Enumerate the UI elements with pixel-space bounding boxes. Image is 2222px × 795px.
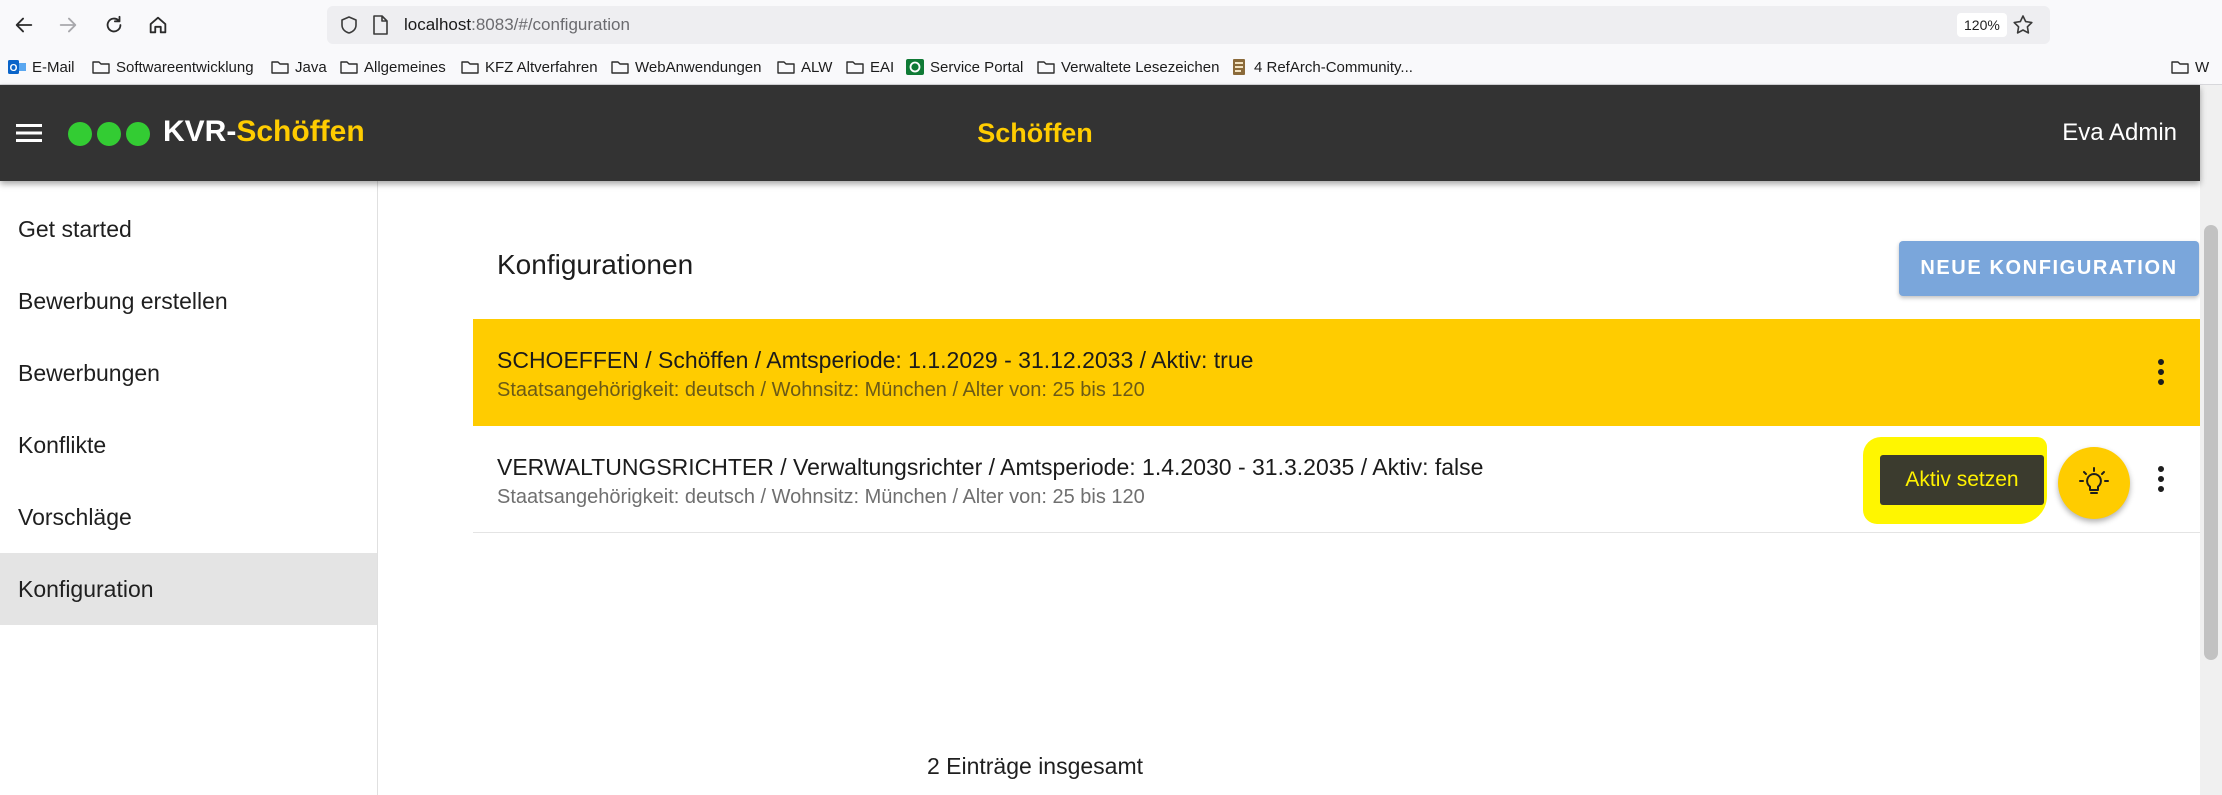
- sidebar-item-get-started[interactable]: Get started: [0, 193, 377, 265]
- more-options-icon[interactable]: [2146, 357, 2176, 387]
- url-path: :8083/#/configuration: [471, 15, 630, 34]
- sidebar: Get started Bewerbung erstellen Bewerbun…: [0, 181, 378, 795]
- bookmark-email[interactable]: O E-Mail: [8, 56, 75, 78]
- bookmark-label: 4 RefArch-Community...: [1254, 58, 1413, 76]
- app-title: Schöffen: [977, 118, 1093, 148]
- bookmark-label: Allgemeines: [364, 58, 446, 76]
- bookmark-java[interactable]: Java: [271, 56, 327, 78]
- folder-icon: [271, 59, 289, 75]
- bookmark-label: Java: [295, 58, 327, 76]
- url-text[interactable]: localhost:8083/#/configuration: [404, 15, 630, 35]
- configuration-row[interactable]: SCHOEFFEN / Schöffen / Amtsperiode: 1.1.…: [473, 319, 2200, 426]
- outlook-icon: O: [8, 59, 26, 75]
- sidebar-item-konfiguration[interactable]: Konfiguration: [0, 553, 377, 625]
- bookmark-label: W: [2195, 58, 2210, 76]
- folder-icon: [2171, 59, 2189, 75]
- svg-text:O: O: [10, 63, 18, 74]
- bookmark-kfz-altverfahren[interactable]: KFZ Altverfahren: [461, 56, 598, 78]
- folder-icon: [1037, 59, 1055, 75]
- more-options-icon[interactable]: [2146, 464, 2176, 494]
- sidebar-item-vorschlaege[interactable]: Vorschläge: [0, 481, 377, 553]
- user-name[interactable]: Eva Admin: [2062, 119, 2177, 147]
- bookmark-refarch-community[interactable]: 4 RefArch-Community...: [1230, 56, 1413, 78]
- bookmarks-bar: O E-Mail Softwareentwicklung Java Allgem…: [0, 50, 2222, 85]
- bookmark-label: E-Mail: [32, 58, 75, 76]
- app-bar: KVR-Schöffen Schöffen Eva Admin: [0, 85, 2200, 181]
- scrollbar[interactable]: [2200, 85, 2222, 795]
- configuration-subtitle: Staatsangehörigkeit: deutsch / Wohnsitz:…: [497, 486, 1145, 508]
- bookmark-label: EAI: [870, 58, 895, 76]
- shield-icon[interactable]: [339, 15, 359, 35]
- bookmark-allgemeines[interactable]: Allgemeines: [340, 56, 446, 78]
- total-count: 2 Einträge insgesamt: [926, 753, 1144, 779]
- bookmark-eai[interactable]: EAI: [846, 56, 894, 78]
- main-content: Konfigurationen NEUE KONFIGURATION SCHOE…: [379, 181, 2200, 795]
- bookmark-label: ALW: [801, 58, 833, 76]
- bookmark-label: KFZ Altverfahren: [485, 58, 598, 76]
- folder-icon: [340, 59, 358, 75]
- zoom-level[interactable]: 120%: [1957, 13, 2007, 37]
- sidebar-item-konflikte[interactable]: Konflikte: [0, 409, 377, 481]
- page-icon: [373, 15, 388, 35]
- folder-icon: [611, 59, 629, 75]
- set-active-button[interactable]: [2058, 447, 2130, 519]
- folder-icon: [846, 59, 864, 75]
- url-host: localhost: [404, 15, 472, 34]
- bookmark-label: Verwaltete Lesezeichen: [1061, 58, 1220, 76]
- browser-toolbar: localhost:8083/#/configuration 120%: [0, 0, 2222, 50]
- folder-icon: [461, 59, 479, 75]
- address-bar[interactable]: localhost:8083/#/configuration 120%: [327, 6, 2050, 44]
- new-configuration-button[interactable]: NEUE KONFIGURATION: [1899, 241, 2199, 296]
- bookmark-softwareentwicklung[interactable]: Softwareentwicklung: [92, 56, 254, 78]
- document-icon: [1230, 59, 1248, 75]
- bookmark-service-portal[interactable]: Service Portal: [906, 56, 1023, 78]
- folder-icon: [777, 59, 795, 75]
- bookmark-star-icon[interactable]: [2011, 13, 2035, 37]
- bookmark-verwaltete-lesezeichen[interactable]: Verwaltete Lesezeichen: [1037, 56, 1219, 78]
- service-portal-icon: [906, 59, 924, 75]
- bookmark-label: WebAnwendungen: [635, 58, 762, 76]
- forward-icon[interactable]: [52, 9, 84, 41]
- sidebar-item-bewerbung-erstellen[interactable]: Bewerbung erstellen: [0, 265, 377, 337]
- bookmark-alw[interactable]: ALW: [777, 56, 832, 78]
- folder-icon: [92, 59, 110, 75]
- configuration-title: SCHOEFFEN / Schöffen / Amtsperiode: 1.1.…: [497, 347, 1254, 373]
- configuration-subtitle: Staatsangehörigkeit: deutsch / Wohnsitz:…: [497, 379, 1145, 401]
- bookmark-label: Softwareentwicklung: [116, 58, 254, 76]
- lightbulb-icon: [2079, 467, 2109, 494]
- back-icon[interactable]: [8, 9, 40, 41]
- activate-tooltip: Aktiv setzen: [1880, 455, 2044, 505]
- bookmark-overflow[interactable]: W: [2171, 56, 2209, 78]
- bookmark-webanwendungen[interactable]: WebAnwendungen: [611, 56, 762, 78]
- reload-icon[interactable]: [98, 9, 130, 41]
- configuration-title: VERWALTUNGSRICHTER / Verwaltungsrichter …: [497, 454, 1484, 480]
- page-title: Konfigurationen: [497, 249, 694, 280]
- bookmark-label: Service Portal: [930, 58, 1024, 76]
- sidebar-item-bewerbungen[interactable]: Bewerbungen: [0, 337, 377, 409]
- home-icon[interactable]: [142, 9, 174, 41]
- scrollbar-thumb[interactable]: [2204, 225, 2218, 660]
